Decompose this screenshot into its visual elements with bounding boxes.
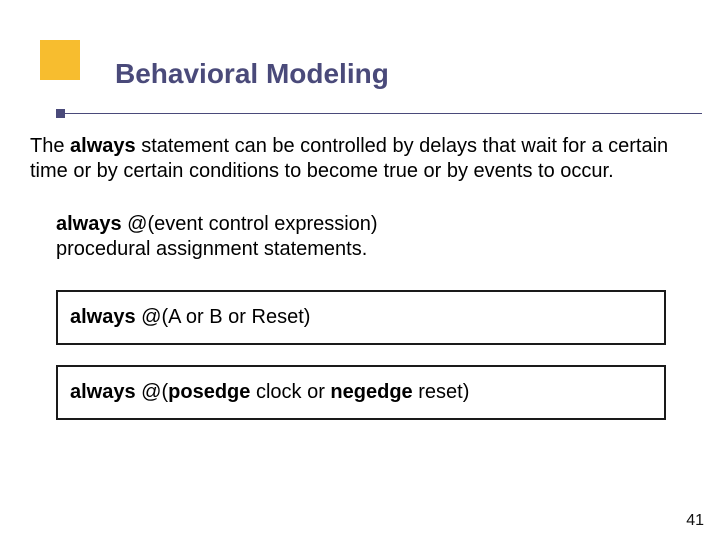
keyword-negedge: negedge [330, 381, 412, 403]
slide-body: The always statement can be controlled b… [30, 134, 690, 420]
syntax-block: always @(event control expression) proce… [56, 212, 666, 262]
page-number: 41 [686, 512, 704, 530]
spacer [30, 262, 690, 290]
text-fragment: The [30, 135, 70, 157]
text-fragment: @(A or B or Reset) [136, 306, 311, 328]
keyword-posedge: posedge [168, 381, 250, 403]
slide-header: Behavioral Modeling [30, 40, 690, 130]
text-fragment: @(event control expression) [122, 213, 378, 235]
text-fragment: clock or [250, 381, 330, 403]
keyword-always: always [70, 135, 136, 157]
intro-paragraph: The always statement can be controlled b… [30, 134, 670, 184]
keyword-always: always [70, 381, 136, 403]
spacer [30, 345, 690, 365]
slide-title: Behavioral Modeling [115, 58, 389, 90]
text-fragment: @( [136, 381, 169, 403]
example-box-2: always @(posedge clock or negedge reset) [56, 365, 666, 420]
horizontal-rule [62, 113, 702, 114]
slide: Behavioral Modeling The always statement… [0, 0, 720, 540]
text-fragment: procedural assignment statements. [56, 238, 367, 260]
text-fragment: reset) [413, 381, 470, 403]
keyword-always: always [56, 213, 122, 235]
example-box-1: always @(A or B or Reset) [56, 290, 666, 345]
keyword-always: always [70, 306, 136, 328]
accent-square-icon [40, 40, 80, 80]
bullet-square-icon [56, 109, 65, 118]
